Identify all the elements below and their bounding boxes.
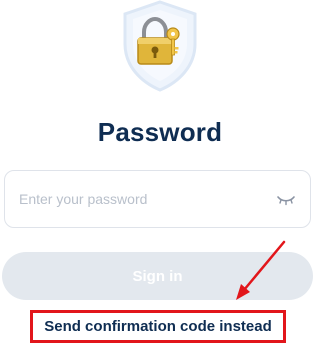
password-page: Password Sign in Send confirmation code … [0,0,320,351]
shield-icon [123,0,197,92]
confirmation-link-label: Send confirmation code instead [44,318,272,335]
eye-closed-icon[interactable] [276,190,296,208]
send-confirmation-code-link[interactable]: Send confirmation code instead [30,310,286,343]
password-input[interactable] [19,171,259,227]
signin-button[interactable]: Sign in [2,252,313,300]
page-title: Password [97,117,223,147]
password-field[interactable] [4,170,311,228]
shield-lock-illustration [117,0,203,92]
